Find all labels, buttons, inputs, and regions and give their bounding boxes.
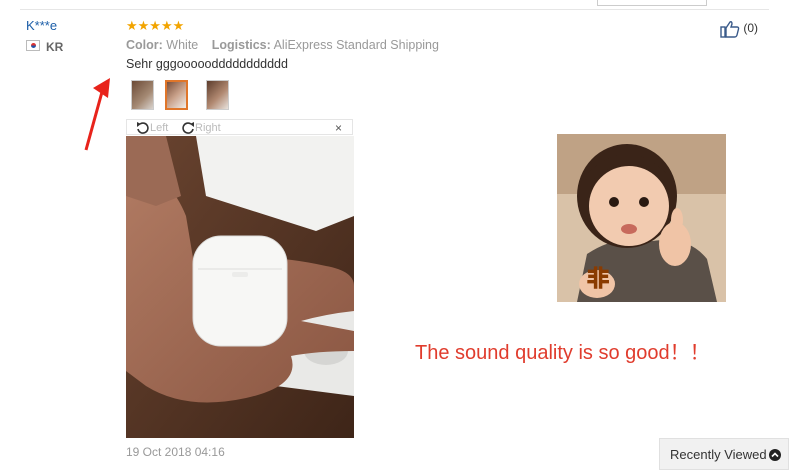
- thumbs-up-icon: [720, 21, 740, 38]
- thumbnail-1[interactable]: [131, 80, 154, 110]
- rotate-right-icon: [182, 122, 194, 134]
- red-arrow-annotation: [82, 74, 116, 159]
- color-label: Color:: [126, 38, 163, 52]
- thumbnail-3[interactable]: [206, 80, 229, 110]
- helpful-button[interactable]: (0): [720, 20, 758, 38]
- helpful-count: (0): [743, 21, 759, 36]
- close-viewer-button[interactable]: ×: [335, 121, 342, 135]
- rotate-left-icon: [137, 122, 149, 134]
- review-photo: [126, 136, 354, 438]
- svg-text:非: 非: [587, 267, 609, 292]
- color-value: White: [166, 38, 199, 52]
- recently-viewed-button[interactable]: Recently Viewed: [659, 438, 789, 470]
- thumbnail-2[interactable]: [165, 80, 188, 110]
- rotate-left-label: Left: [150, 122, 169, 134]
- image-viewer-toolbar: Left Right: [126, 119, 353, 135]
- annotation-caption: The sound quality is so good！！: [415, 342, 710, 364]
- country-flag-icon: [26, 40, 40, 51]
- review-text: Sehr gggoooooddddddddddd: [126, 57, 288, 71]
- chevron-up-icon: [769, 449, 781, 461]
- review-meta: Color: White Logistics: AliExpress Stand…: [126, 38, 449, 52]
- rotate-right-label: Right: [195, 122, 221, 134]
- recently-viewed-label: Recently Viewed: [670, 447, 767, 462]
- reviewer-name[interactable]: K***e: [26, 18, 57, 33]
- top-box-edge: [597, 0, 707, 6]
- reaction-image: 非: [557, 134, 726, 302]
- logistics-label: Logistics:: [211, 38, 271, 52]
- rating-stars: ★★★★★: [126, 18, 185, 33]
- reviewer-country: KR: [46, 40, 64, 54]
- divider: [20, 9, 769, 10]
- rotate-left-button[interactable]: Left: [136, 121, 168, 135]
- logistics-value: AliExpress Standard Shipping: [273, 38, 439, 52]
- review-date: 19 Oct 2018 04:16: [126, 445, 225, 459]
- rotate-right-button[interactable]: Right: [181, 121, 221, 135]
